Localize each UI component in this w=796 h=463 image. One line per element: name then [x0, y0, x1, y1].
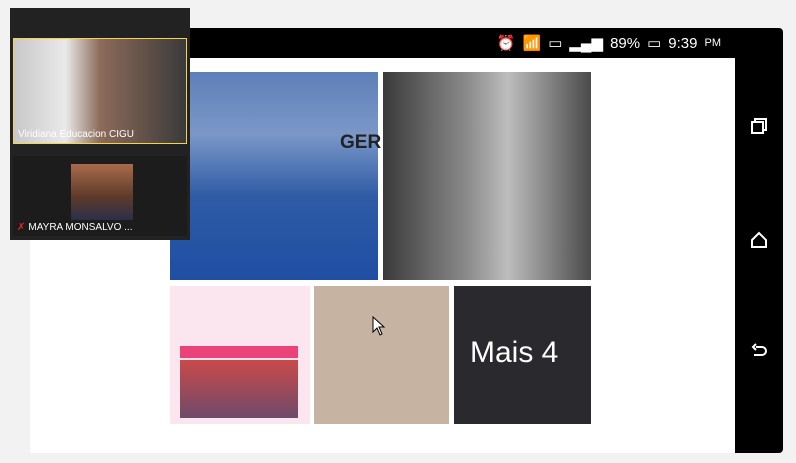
participant-name-label: ✗ MAYRA MONSALVO ...	[17, 222, 133, 233]
android-nav-bar	[735, 28, 783, 453]
photo-vintage-fashion[interactable]	[383, 72, 591, 280]
participant-name: Viridiana Educacion CIGU	[18, 129, 134, 140]
wifi-icon: 📶	[522, 35, 542, 52]
clock-meridiem: PM	[704, 37, 722, 49]
participant-tile-active[interactable]: Viridiana Educacion CIGU	[13, 38, 187, 144]
home-button[interactable]	[735, 220, 783, 260]
battery-percent: 89%	[610, 34, 641, 52]
photo-costume-illustration[interactable]	[314, 286, 449, 424]
photo-gymnastics-team[interactable]	[170, 72, 378, 280]
mouse-cursor-icon	[372, 316, 386, 336]
clock-time: 9:39	[668, 34, 698, 52]
sim-icon: ▭	[548, 35, 563, 52]
home-icon	[751, 231, 767, 248]
status-bar: ⏰ 📶 ▭ ▂▄▆ 89% ▭ 9:39 PM	[185, 28, 735, 58]
recent-apps-icon	[751, 118, 767, 134]
back-button[interactable]	[735, 330, 783, 370]
battery-icon: ▭	[647, 35, 662, 52]
avatar	[71, 164, 133, 220]
alarm-icon: ⏰	[496, 35, 516, 52]
participant-tile[interactable]: ✗ MAYRA MONSALVO ...	[13, 156, 187, 236]
jersey-text: GER	[340, 132, 382, 153]
signal-icon: ▂▄▆	[569, 35, 604, 52]
recent-apps-button[interactable]	[735, 106, 783, 146]
photo-news-article[interactable]	[170, 286, 310, 424]
back-icon	[751, 343, 767, 356]
video-call-panel: Viridiana Educacion CIGU ✗ MAYRA MONSALVO…	[10, 8, 190, 240]
mic-muted-icon: ✗	[17, 222, 26, 233]
more-photos-label: Mais 4	[470, 336, 559, 369]
